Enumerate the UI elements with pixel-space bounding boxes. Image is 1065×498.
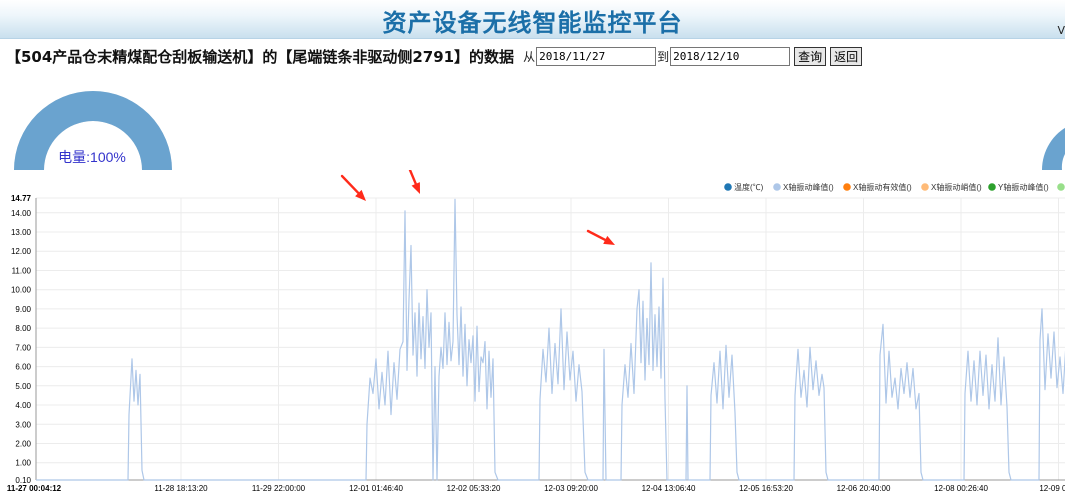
legend-swatch[interactable] bbox=[843, 183, 851, 191]
x-tick-label: 12-02 05:33:20 bbox=[447, 484, 501, 493]
y-tick-label: 13.00 bbox=[11, 228, 32, 237]
legend-swatch[interactable] bbox=[988, 183, 996, 191]
app-header: 资产设备无线智能监控平台 V bbox=[0, 0, 1065, 39]
from-date-input[interactable] bbox=[536, 46, 657, 66]
x-tick-label: 12-05 16:53:20 bbox=[739, 484, 793, 493]
y-tick-label: 5.00 bbox=[15, 382, 31, 391]
to-date-input[interactable] bbox=[670, 46, 791, 66]
legend-label[interactable]: X轴振动峰值() bbox=[783, 182, 834, 192]
annotation-arrow-head bbox=[411, 182, 420, 194]
legend-label[interactable]: X轴振动有效值() bbox=[853, 182, 912, 192]
y-tick-label: 4.00 bbox=[15, 401, 31, 410]
data-heading: 【504产品仓末精煤配仓刮板输送机】的【尾端链条非驱动侧2791】的数据 bbox=[6, 47, 515, 66]
x-axis: 11-27 00:04:12 11-28 18:13:20 11-29 22:00:… bbox=[7, 479, 1065, 493]
x-tick-label: 12-03 09:20:00 bbox=[544, 484, 598, 493]
series-line-x-peak bbox=[36, 198, 1065, 481]
back-button[interactable]: 返回 bbox=[830, 46, 863, 66]
annotation-arrow-shaft bbox=[340, 174, 360, 195]
from-label: 从 bbox=[523, 49, 536, 64]
legend-swatch[interactable] bbox=[724, 183, 732, 191]
vibration-chart: 0.101.002.003.004.005.006.007.008.009.00… bbox=[7, 170, 1065, 493]
x-tick-label: 11-29 22:00:00 bbox=[252, 484, 306, 493]
x-tick-label: 12-09 04:1 bbox=[1039, 484, 1065, 493]
y-tick-label: 2.00 bbox=[15, 439, 31, 448]
chart-legend[interactable]: 温度(℃) X轴振动峰值() X轴振动有效值() X轴振动峭值() Y轴振动峰值() bbox=[724, 182, 1065, 192]
app-title: 资产设备无线智能监控平台 bbox=[382, 9, 683, 37]
y-tick-label: 7.00 bbox=[15, 343, 31, 352]
annotation-arrow-head bbox=[603, 235, 615, 245]
battery-label: 电量:100% bbox=[58, 149, 126, 165]
legend-label[interactable]: Y轴振动峰值() bbox=[998, 182, 1049, 192]
y-tick-label: 1.00 bbox=[15, 459, 31, 468]
x-tick-label: 12-08 00:26:40 bbox=[934, 484, 988, 493]
legend-swatch[interactable] bbox=[921, 183, 929, 191]
x-tick-label: 12-04 13:06:40 bbox=[642, 484, 696, 493]
y-tick-label: 8.00 bbox=[15, 324, 31, 333]
annotation-arrows bbox=[340, 170, 615, 245]
y-tick-label: 10.00 bbox=[11, 286, 32, 295]
annotation-arrow-shaft bbox=[408, 170, 417, 186]
chart-series bbox=[36, 198, 1065, 481]
y-tick-label: 12.00 bbox=[11, 247, 32, 256]
chart-grid bbox=[36, 197, 1065, 481]
query-button[interactable]: 查询 bbox=[794, 46, 827, 66]
legend-swatch[interactable] bbox=[1057, 183, 1065, 191]
y-axis: 0.101.002.003.004.005.006.007.008.009.00… bbox=[11, 194, 37, 485]
second-gauge bbox=[1041, 127, 1065, 170]
x-tick-label: 12-01 01:46:40 bbox=[349, 484, 403, 493]
to-label: 到 bbox=[657, 49, 670, 64]
legend-swatch[interactable] bbox=[773, 183, 781, 191]
second-gauge-fill bbox=[1041, 127, 1065, 170]
query-toolbar: 【504产品仓末精煤配仓刮板输送机】的【尾端链条非驱动侧2791】的数据 从 到… bbox=[6, 44, 863, 68]
legend-label[interactable]: X轴振动峭值() bbox=[931, 182, 982, 192]
y-tick-label: 9.00 bbox=[15, 305, 31, 314]
y-tick-label: 3.00 bbox=[15, 420, 31, 429]
battery-gauge: 电量:100% bbox=[14, 91, 172, 170]
y-tick-label: 14.77 bbox=[11, 194, 32, 203]
x-tick-label: 11-28 18:13:20 bbox=[154, 484, 208, 493]
header-corner-text: V bbox=[1057, 24, 1065, 37]
x-tick-label: 11-27 00:04:12 bbox=[7, 484, 62, 493]
legend-label[interactable]: 温度(℃) bbox=[734, 182, 764, 192]
y-tick-label: 11.00 bbox=[12, 266, 32, 275]
y-tick-label: 6.00 bbox=[15, 363, 31, 372]
y-tick-label: 14.00 bbox=[11, 209, 32, 218]
x-tick-label: 12-06 20:40:00 bbox=[837, 484, 891, 493]
